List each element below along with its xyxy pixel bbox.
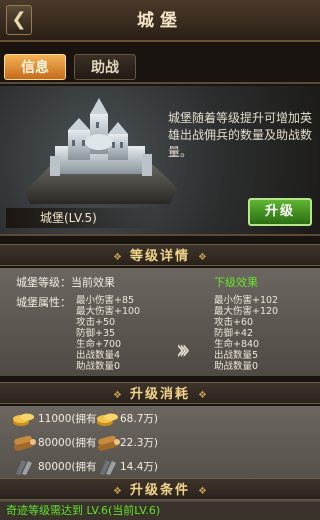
tab-assist[interactable]: 助战 [74, 54, 136, 80]
castle-attr-label: 城堡属性： [16, 296, 71, 309]
next-stat: 最大伤害+120 [214, 306, 279, 317]
tab-info[interactable]: 信息 [4, 54, 66, 80]
cost-row-gold: 11000(拥有 68.7万) [0, 408, 320, 430]
ornament-icon: ❖ [198, 390, 207, 401]
gold-coins-icon [97, 413, 118, 426]
level-details-title: 等级详情 [129, 249, 190, 264]
ornament-icon: ❖ [113, 252, 122, 263]
next-stat: 助战数量0 [214, 361, 259, 372]
next-effect-label: 下级效果 [214, 276, 258, 289]
upgrade-condition-text: 奇迹等级需达到 LV.6(当前LV.6) [0, 502, 320, 520]
current-stat: 最大伤害+100 [76, 306, 141, 317]
current-stat: 出战数量4 [76, 350, 121, 361]
page-title: 城堡 [137, 11, 183, 31]
tab-bar: 信息 助战 [0, 52, 320, 84]
top-bar: ❮ 城堡 [0, 0, 320, 42]
current-stat: 防御+35 [76, 328, 116, 339]
cost-amount: 80000(拥有 [38, 461, 97, 473]
iron-ore-icon [100, 460, 116, 475]
next-stat: 攻击+60 [214, 317, 254, 328]
ornament-icon: ❖ [113, 486, 122, 497]
owned-amount: 68.7万) [120, 413, 158, 425]
current-stat: 攻击+50 [76, 317, 116, 328]
castle-illustration [25, 98, 178, 204]
upgrade-condition-header: ❖ 升级条件 ❖ [0, 478, 320, 500]
wood-logs-icon [97, 435, 120, 451]
cost-row-iron: 80000(拥有 14.4万) [0, 456, 320, 478]
cost-amount: 11000(拥有 [38, 413, 97, 425]
current-stat: 助战数量0 [76, 361, 121, 372]
current-stat: 最小伤害+85 [76, 295, 135, 306]
level-details-panel: 城堡等级：当前效果 下级效果 城堡属性： 最小伤害+85 最大伤害+100 攻击… [0, 268, 320, 376]
iron-ore-icon [16, 460, 32, 475]
cost-amount: 80000(拥有 [38, 437, 97, 449]
wood-logs-icon [13, 435, 36, 451]
level-details-header: ❖ 等级详情 ❖ [0, 244, 320, 266]
next-stat: 防御+42 [214, 328, 254, 339]
upgrade-button[interactable]: 升级 [248, 198, 312, 226]
next-stat: 最小伤害+102 [214, 295, 279, 306]
current-stat: 生命+700 [76, 339, 122, 350]
upgrade-cost-title: 升级消耗 [129, 387, 190, 402]
ornament-icon: ❖ [198, 486, 207, 497]
upgrade-condition-title: 升级条件 [129, 483, 190, 498]
ornament-icon: ❖ [113, 390, 122, 401]
current-effect-label: 城堡等级：当前效果 [16, 276, 115, 289]
next-stat: 出战数量5 [214, 350, 259, 361]
next-stat: 生命+840 [214, 339, 260, 350]
arrow-right-icon: ››› [176, 334, 191, 367]
gold-coins-icon [13, 413, 34, 426]
cost-row-wood: 80000(拥有 22.3万) [0, 432, 320, 454]
upgrade-cost-header: ❖ 升级消耗 ❖ [0, 382, 320, 404]
castle-level-label: 城堡(LV.5) [6, 208, 156, 228]
ornament-icon: ❖ [198, 252, 207, 263]
castle-description: 城堡随着等级提升可增加英雄出战佣兵的数量及助战数量。 [168, 111, 313, 159]
owned-amount: 14.4万) [120, 461, 158, 473]
owned-amount: 22.3万) [120, 437, 158, 449]
